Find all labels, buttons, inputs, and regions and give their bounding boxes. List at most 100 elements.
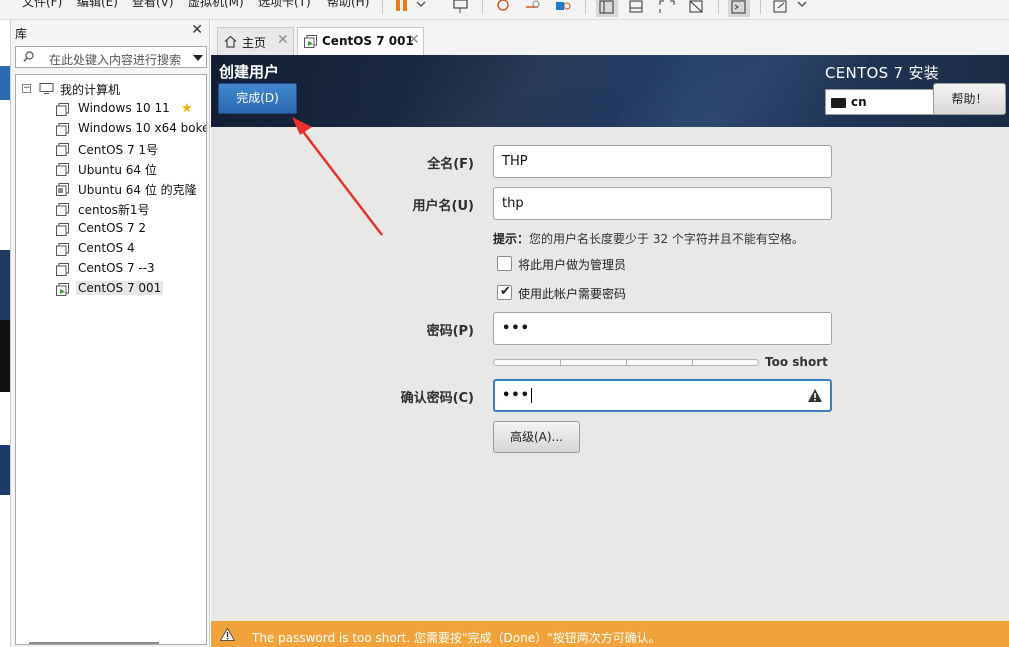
warning-icon bbox=[808, 389, 822, 402]
toolbar-separator bbox=[482, 0, 483, 14]
tab-home[interactable]: 主页 ✕ bbox=[217, 27, 294, 55]
chevron-down-icon[interactable] bbox=[416, 0, 426, 14]
vm-label: CentOS 7 001 bbox=[76, 281, 164, 295]
vm-running-icon bbox=[56, 283, 69, 296]
fullscreen-icon[interactable] bbox=[658, 0, 676, 14]
close-icon[interactable]: ✕ bbox=[408, 32, 420, 48]
require-password-label: 使用此帐户需要密码 bbox=[518, 287, 627, 301]
library-panel: 库 ✕ 在此处键入内容进行搜索 − 我的计算机 Windows 10 11 ★ … bbox=[11, 20, 210, 647]
vm-icon bbox=[56, 203, 69, 216]
home-icon bbox=[224, 35, 237, 48]
username-field[interactable]: thp bbox=[493, 187, 832, 220]
vm-running-icon bbox=[304, 35, 317, 48]
library-title: 库 bbox=[15, 27, 28, 41]
tab-label: 主页 bbox=[242, 36, 267, 50]
menu-vm[interactable]: 虚拟机(M) bbox=[188, 0, 244, 10]
warning-icon bbox=[220, 628, 235, 641]
tab-label: CentOS 7 001 bbox=[322, 34, 414, 48]
keyboard-icon bbox=[831, 98, 846, 108]
stretch-guest-icon[interactable] bbox=[772, 0, 790, 14]
close-icon[interactable]: ✕ bbox=[191, 22, 203, 38]
password-strength-label: Too short bbox=[765, 355, 828, 369]
menu-edit[interactable]: 编辑(E) bbox=[77, 0, 118, 10]
library-search-input[interactable]: 在此处键入内容进行搜索 bbox=[15, 46, 207, 68]
thumbnail-bar-icon[interactable] bbox=[628, 0, 646, 14]
console-view-icon[interactable] bbox=[728, 0, 750, 17]
status-message: The password is too short. 您需要按"完成（Done）… bbox=[252, 631, 661, 645]
help-button[interactable]: 帮助！ bbox=[933, 83, 1006, 115]
vm-icon bbox=[56, 263, 69, 276]
tree-root-label: 我的计算机 bbox=[60, 83, 121, 97]
dropdown-arrow-icon[interactable] bbox=[193, 55, 203, 61]
vm-icon bbox=[56, 163, 69, 176]
menu-bar: 文件(F) 编辑(E) 查看(V) 虚拟机(M) 选项卡(T) 帮助(H) bbox=[0, 0, 1009, 20]
search-placeholder: 在此处键入内容进行搜索 bbox=[49, 53, 182, 67]
menu-tabs[interactable]: 选项卡(T) bbox=[258, 0, 311, 10]
toolbar-separator bbox=[760, 0, 761, 14]
password-strength-bar bbox=[493, 359, 759, 366]
fullname-field[interactable]: THP bbox=[493, 145, 832, 178]
username-label: 用户名(U) bbox=[412, 199, 474, 214]
advanced-button[interactable]: 高级(A)... bbox=[493, 421, 580, 453]
tab-bar: 主页 ✕ CentOS 7 001 ✕ bbox=[211, 20, 1009, 55]
require-password-checkbox[interactable]: ✔ bbox=[497, 284, 512, 300]
hint-text: 您的用户名长度要少于 32 个字符并且不能有空格。 bbox=[529, 232, 804, 246]
toolbar-separator bbox=[718, 0, 719, 14]
password-label: 密码(P) bbox=[426, 324, 474, 339]
done-button[interactable]: 完成(D) bbox=[218, 83, 297, 114]
search-icon bbox=[23, 51, 34, 62]
checkmark-icon: ✔ bbox=[500, 284, 511, 299]
computer-icon bbox=[39, 83, 54, 94]
collapse-icon[interactable]: − bbox=[22, 84, 31, 93]
username-hint: 提示：您的用户名长度要少于 32 个字符并且不能有空格。 bbox=[493, 230, 804, 247]
page-title: 创建用户 bbox=[219, 63, 280, 81]
confirm-password-dots: ••• bbox=[502, 388, 530, 403]
send-keys-icon[interactable] bbox=[452, 0, 470, 14]
menu-help[interactable]: 帮助(H) bbox=[327, 0, 369, 10]
background-window-edge bbox=[0, 20, 11, 647]
admin-checkbox[interactable] bbox=[497, 256, 512, 271]
warning-status-bar[interactable]: The password is too short. 您需要按"完成（Done）… bbox=[211, 621, 1009, 647]
toolbar-separator bbox=[382, 0, 383, 14]
snapshot-manager-icon[interactable] bbox=[554, 0, 572, 14]
vm-icon bbox=[56, 243, 69, 256]
vm-icon bbox=[56, 143, 69, 156]
vm-label: Windows 10 11 bbox=[78, 101, 170, 115]
pause-icon[interactable] bbox=[394, 0, 412, 14]
confirm-password-field[interactable]: ••• bbox=[493, 379, 832, 412]
vm-label: centos新1号 bbox=[78, 203, 150, 217]
vm-label: Ubuntu 64 位 的克隆 bbox=[78, 183, 197, 197]
keyboard-layout-indicator[interactable]: cn bbox=[825, 89, 937, 115]
text-caret bbox=[530, 388, 532, 403]
vm-label: CentOS 7 1号 bbox=[78, 143, 159, 157]
tab-centos7-001[interactable]: CentOS 7 001 ✕ bbox=[297, 27, 424, 55]
close-icon[interactable]: ✕ bbox=[277, 32, 289, 48]
revert-snapshot-icon[interactable] bbox=[524, 0, 542, 14]
confirm-password-label: 确认密码(C) bbox=[400, 391, 474, 406]
vm-label: Ubuntu 64 位 bbox=[78, 163, 157, 177]
installer-console: 创建用户 完成(D) CENTOS 7 安装 cn 帮助！ 全名(F) THP … bbox=[211, 55, 1009, 647]
vm-label: CentOS 7 2 bbox=[78, 221, 147, 235]
annotation-arrow bbox=[292, 117, 383, 236]
product-title: CENTOS 7 安装 bbox=[825, 64, 940, 82]
password-field[interactable]: ••• bbox=[493, 312, 832, 345]
vm-clone-icon bbox=[56, 183, 69, 196]
vm-label: CentOS 7 --3 bbox=[78, 261, 155, 275]
unity-icon[interactable] bbox=[688, 0, 706, 14]
menu-file[interactable]: 文件(F) bbox=[22, 0, 62, 10]
keyboard-layout-label: cn bbox=[851, 95, 867, 109]
hint-prefix: 提示： bbox=[493, 232, 530, 246]
vm-label: CentOS 4 bbox=[78, 241, 135, 255]
toolbar-separator bbox=[585, 0, 586, 14]
menu-view[interactable]: 查看(V) bbox=[132, 0, 174, 10]
vm-tree[interactable]: − 我的计算机 Windows 10 11 ★ Windows 10 x64 b… bbox=[15, 74, 207, 645]
snapshot-icon[interactable] bbox=[494, 0, 512, 14]
favorite-star-icon: ★ bbox=[181, 101, 193, 116]
horizontal-scrollbar[interactable] bbox=[29, 642, 159, 644]
vm-label: Windows 10 x64 boke bbox=[78, 121, 207, 135]
vm-icon bbox=[56, 103, 69, 116]
chevron-down-icon[interactable] bbox=[797, 0, 807, 14]
admin-checkbox-label: 将此用户做为管理员 bbox=[518, 258, 627, 272]
installer-header: 创建用户 完成(D) CENTOS 7 安装 cn 帮助！ bbox=[211, 55, 1009, 127]
show-library-icon[interactable] bbox=[596, 0, 618, 17]
